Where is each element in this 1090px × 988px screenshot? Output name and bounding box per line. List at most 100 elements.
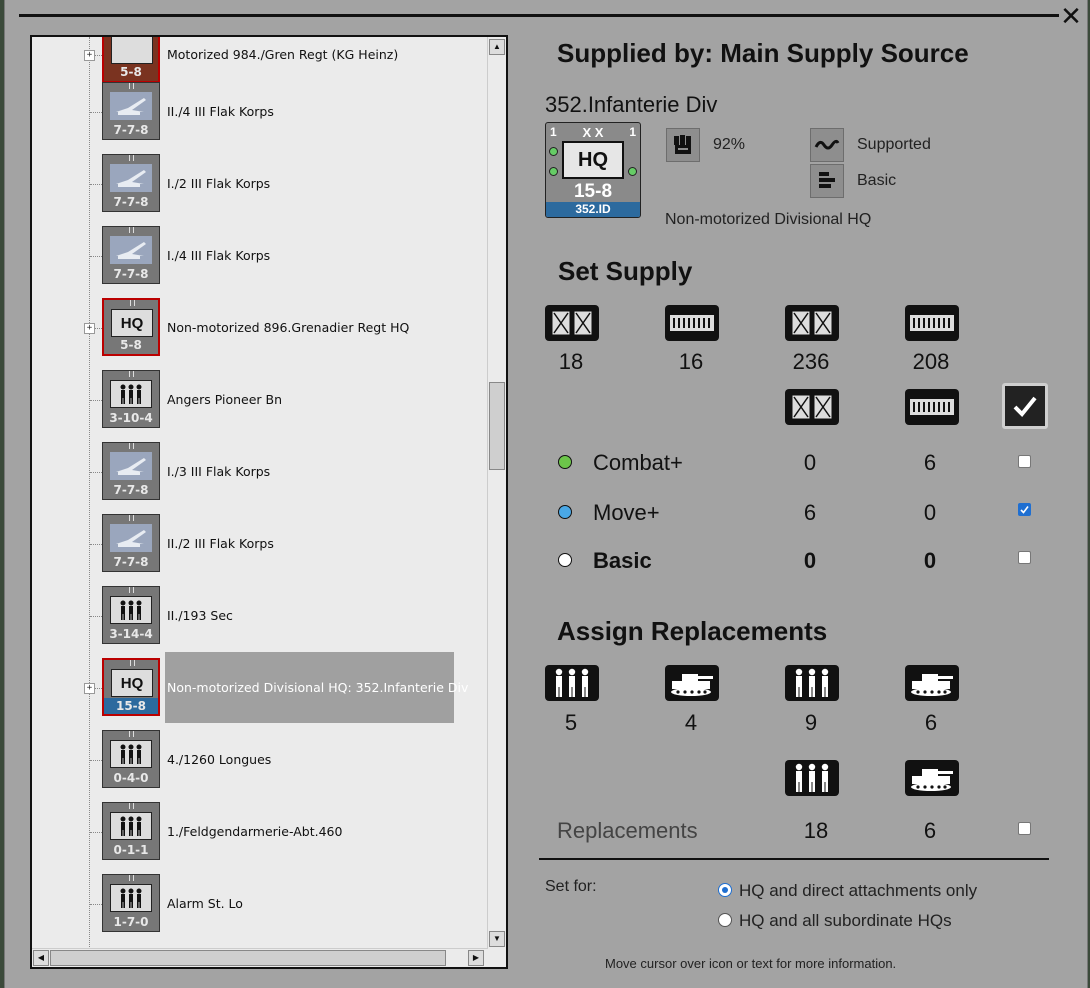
tree-node-label[interactable]: II./193 Sec bbox=[167, 608, 233, 623]
tree-node[interactable]: 3-10-4 Angers Pioneer Bn bbox=[32, 370, 488, 430]
tree-node[interactable]: + HQ 15-8 Non-motorized Divisional HQ: 352.… bbox=[32, 652, 488, 723]
unit-counter-icon[interactable]: 7-7-8 bbox=[102, 226, 160, 284]
combat-plus-checkbox[interactable] bbox=[1018, 455, 1031, 468]
tree-node-label[interactable]: II./4 III Flak Korps bbox=[167, 104, 274, 119]
infantry-icon[interactable] bbox=[785, 665, 839, 701]
unit-counter-icon[interactable]: 7-7-8 bbox=[102, 154, 160, 212]
counter-attachment-dot bbox=[628, 167, 637, 176]
counter-value: 0-4-0 bbox=[113, 771, 149, 785]
tree-node[interactable]: 0-4-0 4./1260 Longues bbox=[32, 730, 488, 790]
tree-node[interactable]: + HQ 5-8 Non-motorized 896.Grenadier Regt H… bbox=[32, 298, 488, 358]
ammo-crate-icon[interactable] bbox=[785, 389, 839, 425]
unit-counter-icon[interactable]: 7-7-8 bbox=[102, 442, 160, 500]
ammo-crate-icon[interactable] bbox=[785, 305, 839, 341]
expand-toggle[interactable]: + bbox=[84, 50, 95, 61]
counter-tick bbox=[129, 443, 134, 449]
supply-value: 236 bbox=[792, 349, 830, 374]
unit-type-icon bbox=[120, 600, 142, 620]
vertical-scrollbar[interactable]: ▲ ▼ bbox=[487, 37, 506, 949]
unit-counter-icon[interactable]: 3-10-4 bbox=[102, 370, 160, 428]
divider bbox=[539, 858, 1049, 860]
unit-counter-icon[interactable]: 7-7-8 bbox=[102, 82, 160, 140]
scroll-down-button[interactable]: ▼ bbox=[489, 931, 505, 947]
supply-value: 18 bbox=[558, 349, 584, 374]
unit-counter-icon[interactable]: HQ 15-8 bbox=[102, 658, 160, 716]
tree-node-label[interactable]: I./4 III Flak Korps bbox=[167, 248, 270, 263]
infantry-icon[interactable] bbox=[785, 760, 839, 796]
tree-connector bbox=[90, 616, 102, 617]
replacements-infantry: 18 bbox=[803, 818, 829, 843]
close-button[interactable]: ✕ bbox=[1058, 3, 1084, 29]
expand-toggle[interactable]: + bbox=[84, 683, 95, 694]
tree-node[interactable]: 7-7-8 I./3 III Flak Korps bbox=[32, 442, 488, 502]
tree-node-label[interactable]: Alarm St. Lo bbox=[167, 896, 243, 911]
combat-plus-label[interactable]: Combat+ bbox=[593, 450, 683, 476]
unit-counter-icon[interactable]: 1-7-0 bbox=[102, 874, 160, 932]
horizontal-scrollbar[interactable]: ◀ ▶ bbox=[32, 948, 488, 967]
hq-direct-attachments-radio[interactable] bbox=[718, 883, 732, 897]
flak-gun-icon bbox=[116, 170, 146, 187]
tree-node-label[interactable]: Non-motorized 896.Grenadier Regt HQ bbox=[167, 320, 409, 335]
fuel-icon[interactable] bbox=[905, 305, 959, 341]
tree-node-label[interactable]: Non-motorized Divisional HQ: 352.Infante… bbox=[167, 680, 468, 695]
supported-icon[interactable] bbox=[810, 128, 844, 162]
tree-node-label[interactable]: 1./Feldgendarmerie-Abt.460 bbox=[167, 824, 342, 839]
hq-direct-attachments-label[interactable]: HQ and direct attachments only bbox=[739, 881, 977, 901]
basic-label[interactable]: Basic bbox=[593, 548, 652, 574]
scroll-up-button[interactable]: ▲ bbox=[489, 39, 505, 55]
tank-icon[interactable] bbox=[905, 665, 959, 701]
tree-node-label[interactable]: II./2 III Flak Korps bbox=[167, 536, 274, 551]
basic-checkbox[interactable] bbox=[1018, 551, 1031, 564]
scroll-left-button[interactable]: ◀ bbox=[33, 950, 49, 966]
tree-node-label[interactable]: Angers Pioneer Bn bbox=[167, 392, 282, 407]
horizontal-scroll-thumb[interactable] bbox=[50, 950, 446, 966]
fist-icon[interactable] bbox=[666, 128, 700, 162]
tree-node[interactable]: +5-8 Motorized 984./Gren Regt (KG Heinz) bbox=[32, 37, 488, 85]
supply-level-icon[interactable] bbox=[810, 164, 844, 198]
tank-icon[interactable] bbox=[665, 665, 719, 701]
replacements-label[interactable]: Replacements bbox=[557, 818, 698, 844]
unit-counter[interactable]: 1 X X 1 HQ 15-8 352.ID bbox=[545, 122, 641, 218]
counter-tick bbox=[129, 875, 134, 881]
unit-counter-icon[interactable]: 7-7-8 bbox=[102, 514, 160, 572]
tree-node-label[interactable]: I./3 III Flak Korps bbox=[167, 464, 270, 479]
infantry-icon[interactable] bbox=[545, 665, 599, 701]
move-plus-label[interactable]: Move+ bbox=[593, 500, 660, 526]
hq-subordinate-radio[interactable] bbox=[718, 913, 732, 927]
tree-node-label[interactable]: 4./1260 Longues bbox=[167, 752, 271, 767]
counter-symbol-text: HQ bbox=[120, 674, 144, 692]
tree-node[interactable]: 1-7-0 Alarm St. Lo bbox=[32, 874, 488, 934]
unit-counter-icon[interactable]: 5-8 bbox=[102, 37, 160, 83]
unit-counter-icon[interactable]: 0-4-0 bbox=[102, 730, 160, 788]
unit-counter-icon[interactable]: 0-1-1 bbox=[102, 802, 160, 860]
unit-type-icon bbox=[120, 888, 142, 908]
tree-node[interactable]: 7-7-8 I./4 III Flak Korps bbox=[32, 226, 488, 286]
expand-toggle[interactable]: + bbox=[84, 323, 95, 334]
counter-tick bbox=[130, 300, 135, 306]
tree-node[interactable]: 7-7-8 II./4 III Flak Korps bbox=[32, 82, 488, 142]
unit-counter-icon[interactable]: 3-14-4 bbox=[102, 586, 160, 644]
move-plus-checkbox[interactable] bbox=[1018, 503, 1031, 516]
tree-node-label[interactable]: Motorized 984./Gren Regt (KG Heinz) bbox=[167, 47, 398, 62]
tree-node[interactable]: 7-7-8 II./2 III Flak Korps bbox=[32, 514, 488, 574]
tree-node[interactable]: 0-1-1 1./Feldgendarmerie-Abt.460 bbox=[32, 802, 488, 862]
basic-fuel: 0 bbox=[923, 548, 937, 573]
tank-icon[interactable] bbox=[905, 760, 959, 796]
fuel-icon[interactable] bbox=[905, 389, 959, 425]
apply-supply-checkmark-button[interactable] bbox=[1002, 383, 1048, 429]
scroll-right-button[interactable]: ▶ bbox=[468, 950, 484, 966]
unit-counter-icon[interactable]: HQ 5-8 bbox=[102, 298, 160, 356]
tree-node[interactable]: 3-14-4 II./193 Sec bbox=[32, 586, 488, 646]
scrollbar-corner bbox=[488, 949, 506, 967]
counter-symbol bbox=[110, 92, 152, 120]
vertical-scroll-thumb[interactable] bbox=[489, 382, 505, 470]
fuel-icon[interactable] bbox=[665, 305, 719, 341]
tree-node[interactable]: 7-7-8 I./2 III Flak Korps bbox=[32, 154, 488, 214]
counter-id: 352.ID bbox=[546, 202, 640, 217]
flak-gun-icon bbox=[116, 530, 146, 547]
tree-node-label[interactable]: I./2 III Flak Korps bbox=[167, 176, 270, 191]
counter-symbol-text: HQ bbox=[120, 314, 144, 332]
replacements-checkbox[interactable] bbox=[1018, 822, 1031, 835]
hq-subordinate-label[interactable]: HQ and all subordinate HQs bbox=[739, 911, 952, 931]
ammo-crate-icon[interactable] bbox=[545, 305, 599, 341]
